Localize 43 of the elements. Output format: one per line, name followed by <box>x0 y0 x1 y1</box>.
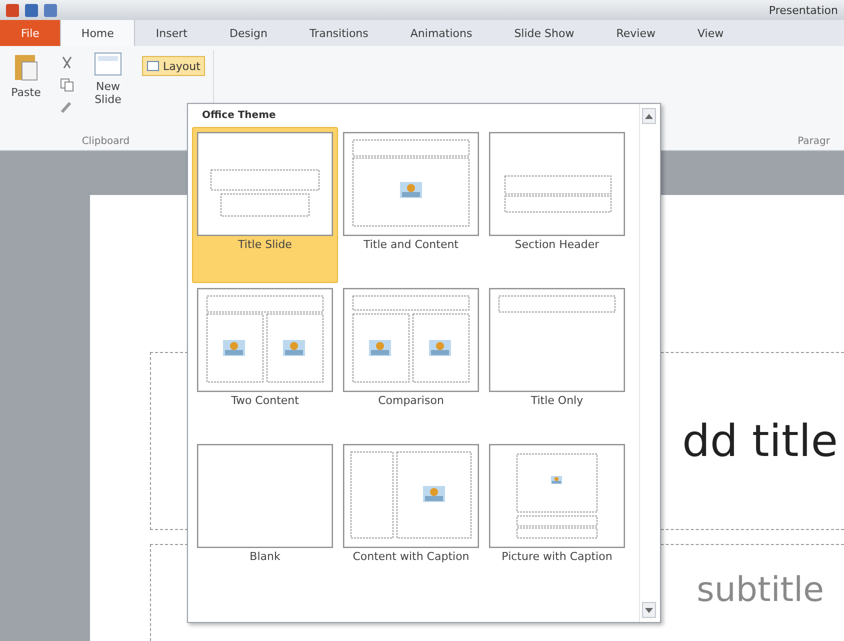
picture-icon <box>283 340 305 356</box>
ribbon-tab[interactable]: Home <box>60 20 135 46</box>
slide-icon <box>94 52 122 76</box>
scissors-icon <box>60 56 74 70</box>
ribbon-tab[interactable]: Design <box>208 20 288 46</box>
layout-option[interactable]: Title Only <box>484 283 630 439</box>
layout-option[interactable]: Title and Content <box>338 127 484 283</box>
ribbon-tab[interactable]: Animations <box>389 20 494 46</box>
scroll-down-button[interactable] <box>642 602 656 618</box>
title-placeholder-text: dd title <box>682 416 838 466</box>
new-slide-button[interactable]: New Slide <box>88 50 128 136</box>
window-title: Presentation <box>768 4 838 16</box>
clipboard-icon <box>13 52 39 82</box>
ribbon-tab[interactable]: Review <box>595 20 676 46</box>
picture-icon <box>223 340 245 356</box>
layout-option[interactable]: Blank <box>192 439 338 595</box>
picture-icon <box>423 486 445 502</box>
layout-icon <box>147 61 159 71</box>
file-tab[interactable]: File <box>0 20 60 46</box>
picture-icon <box>400 182 422 198</box>
paste-button[interactable]: Paste <box>6 50 46 136</box>
group-label: Paragr <box>798 136 830 149</box>
copy-icon <box>60 78 74 92</box>
ribbon-tab[interactable]: Insert <box>134 20 208 46</box>
layout-option[interactable]: Two Content <box>192 283 338 439</box>
ribbon-tab[interactable]: Transitions <box>288 20 390 46</box>
layout-option[interactable]: Content with Caption <box>338 439 484 595</box>
scroll-up-button[interactable] <box>642 108 656 124</box>
picture-icon <box>429 340 451 356</box>
layout-button[interactable]: Layout <box>142 56 206 76</box>
picture-icon <box>369 340 391 356</box>
gallery-heading: Office Theme <box>201 109 277 123</box>
layout-option[interactable]: Title Slide <box>192 127 338 283</box>
caret-icon <box>645 114 653 118</box>
subtitle-placeholder-text: subtitle <box>696 570 824 610</box>
layout-option[interactable]: Section Header <box>484 127 630 283</box>
layout-option[interactable]: Comparison <box>338 283 484 439</box>
group-label: Clipboard <box>80 136 131 149</box>
layout-option[interactable]: Picture with Caption <box>484 439 630 595</box>
caret-icon <box>645 608 653 612</box>
picture-icon <box>551 476 562 484</box>
ribbon-tab[interactable]: View <box>676 20 745 46</box>
ribbon-tab[interactable]: Slide Show <box>493 20 596 46</box>
